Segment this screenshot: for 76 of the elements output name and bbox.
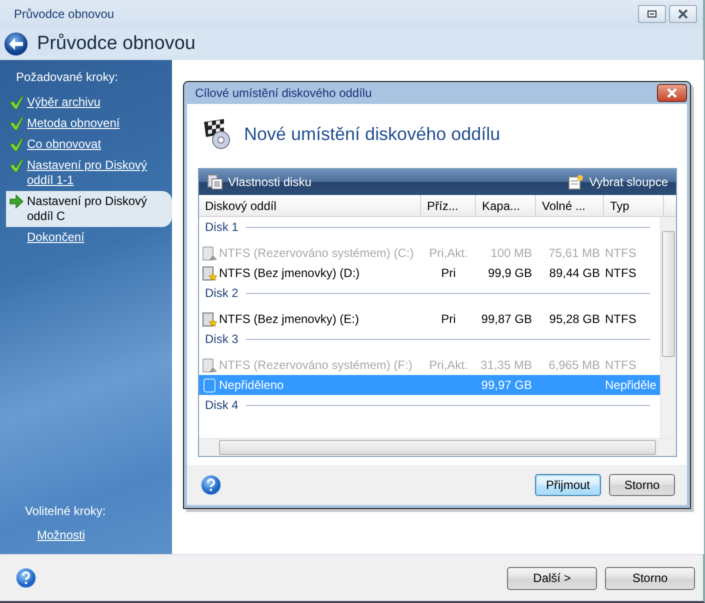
table-cell-text: NTFS — [604, 358, 638, 372]
close-button[interactable] — [669, 5, 697, 23]
disk-group-label: Disk 1 — [205, 220, 238, 234]
sidebar-heading: Volitelné kroky: — [24, 504, 107, 520]
table-cell-text: 100 MB — [490, 246, 533, 260]
disk-group-label: Disk 3 — [205, 332, 238, 346]
column-header[interactable]: Příz... — [421, 195, 476, 216]
next-button[interactable]: Další > — [507, 566, 597, 590]
wizard-step[interactable]: Metoda obnovení — [0, 113, 172, 134]
choose-columns-button[interactable]: Vybrat sloupce — [589, 175, 668, 189]
table-cell-text: 99,87 GB — [480, 312, 533, 326]
table-cell-text: Pri — [440, 312, 457, 326]
disk-properties-button[interactable]: Vlastnosti disku — [228, 175, 312, 189]
flag-gear-icon — [202, 118, 232, 150]
column-header[interactable]: Diskový oddíl — [199, 195, 421, 216]
disk-icon — [202, 358, 217, 372]
partition-name: NTFS (Bez jmenovky) (E:) — [219, 312, 360, 326]
wizard-step[interactable]: Dokončení — [0, 227, 172, 248]
table-cell-text: 89,44 GB — [548, 266, 601, 280]
disk-group-label: Disk 2 — [205, 286, 238, 300]
table-cell-text: NTFS — [604, 246, 638, 260]
restore-icon — [647, 10, 657, 18]
table-cell-text: 95,28 GB — [548, 312, 601, 326]
close-icon — [666, 88, 678, 98]
options-link[interactable]: Možnosti — [0, 528, 172, 554]
table-cell-text: Pri — [440, 266, 457, 280]
table-cell-text: 75,61 MB — [548, 246, 601, 260]
column-header[interactable]: Kapa... — [476, 195, 536, 216]
check-icon — [9, 137, 24, 152]
sidebar-heading: Požadované kroky: — [15, 70, 120, 86]
close-icon — [677, 9, 689, 19]
check-icon — [9, 116, 24, 131]
table-cell-text: NTFS — [604, 266, 638, 280]
choose-columns-icon[interactable] — [568, 174, 584, 190]
partition-name: Nepřiděleno — [219, 378, 284, 392]
table-cell-text: 6,965 MB — [548, 358, 601, 372]
cancel-button[interactable]: Storno — [605, 566, 695, 590]
window-title: Průvodce obnovou — [14, 7, 114, 21]
disk-icon — [202, 246, 217, 260]
wizard-step[interactable]: Nastavení pro Diskový oddíl 1-1 — [0, 155, 172, 191]
wizard-step[interactable]: Nastavení pro Diskový oddíl C — [6, 191, 172, 227]
column-header[interactable]: Typ — [604, 195, 664, 216]
disk-star-icon — [202, 266, 217, 280]
dialog-heading: Nové umístění diskového oddílu — [244, 124, 500, 144]
vertical-scrollbar[interactable] — [660, 217, 676, 438]
partition-list[interactable] — [198, 168, 677, 457]
disk-properties-icon[interactable] — [207, 174, 223, 190]
cancel-button[interactable]: Storno — [609, 474, 675, 496]
check-icon — [9, 158, 24, 173]
partition-name: NTFS (Bez jmenovky) (D:) — [219, 266, 360, 280]
arrow-icon — [9, 194, 24, 209]
accept-button[interactable]: Přijmout — [535, 474, 601, 496]
partition-row[interactable]: NTFS (Bez jmenovky) (E:) Pri 99,87 GB 95,28 GB NTFS — [199, 309, 660, 329]
wizard-step[interactable]: Co obnovovat — [0, 134, 172, 155]
dialog-title: Cílové umístění diskového oddílu — [195, 86, 372, 100]
column-header[interactable]: Volné ... — [536, 195, 604, 216]
table-cell-text: 99,97 GB — [480, 378, 533, 392]
disk-group-label: Disk 4 — [205, 398, 238, 412]
disk-star-icon — [202, 312, 217, 326]
partition-name: NTFS (Rezervováno systémem) (C:) — [219, 246, 414, 260]
table-cell-text: NTFS — [604, 312, 638, 326]
partition-name: NTFS (Rezervováno systémem) (F:) — [219, 358, 412, 372]
help-icon[interactable] — [200, 474, 222, 496]
restore-button[interactable] — [638, 5, 666, 23]
table-cell-text: 99,9 GB — [486, 266, 533, 280]
table-cell-text: Pri,Akt. — [428, 246, 469, 260]
partition-row[interactable]: NTFS (Bez jmenovky) (D:) Pri 99,9 GB 89,44 GB NTFS — [199, 263, 660, 283]
wizard-step[interactable]: Výběr archivu — [0, 92, 172, 113]
help-icon[interactable] — [15, 567, 37, 589]
horizontal-scrollbar[interactable] — [199, 438, 676, 456]
table-cell-text: 31,35 MB — [480, 358, 533, 372]
wizard-heading: Průvodce obnovou — [37, 33, 196, 55]
table-cell-text: Nepřiděle — [604, 378, 658, 392]
dialog-close-button[interactable] — [657, 84, 687, 102]
check-icon — [9, 95, 24, 110]
table-cell-text: Pri,Akt. — [428, 358, 469, 372]
